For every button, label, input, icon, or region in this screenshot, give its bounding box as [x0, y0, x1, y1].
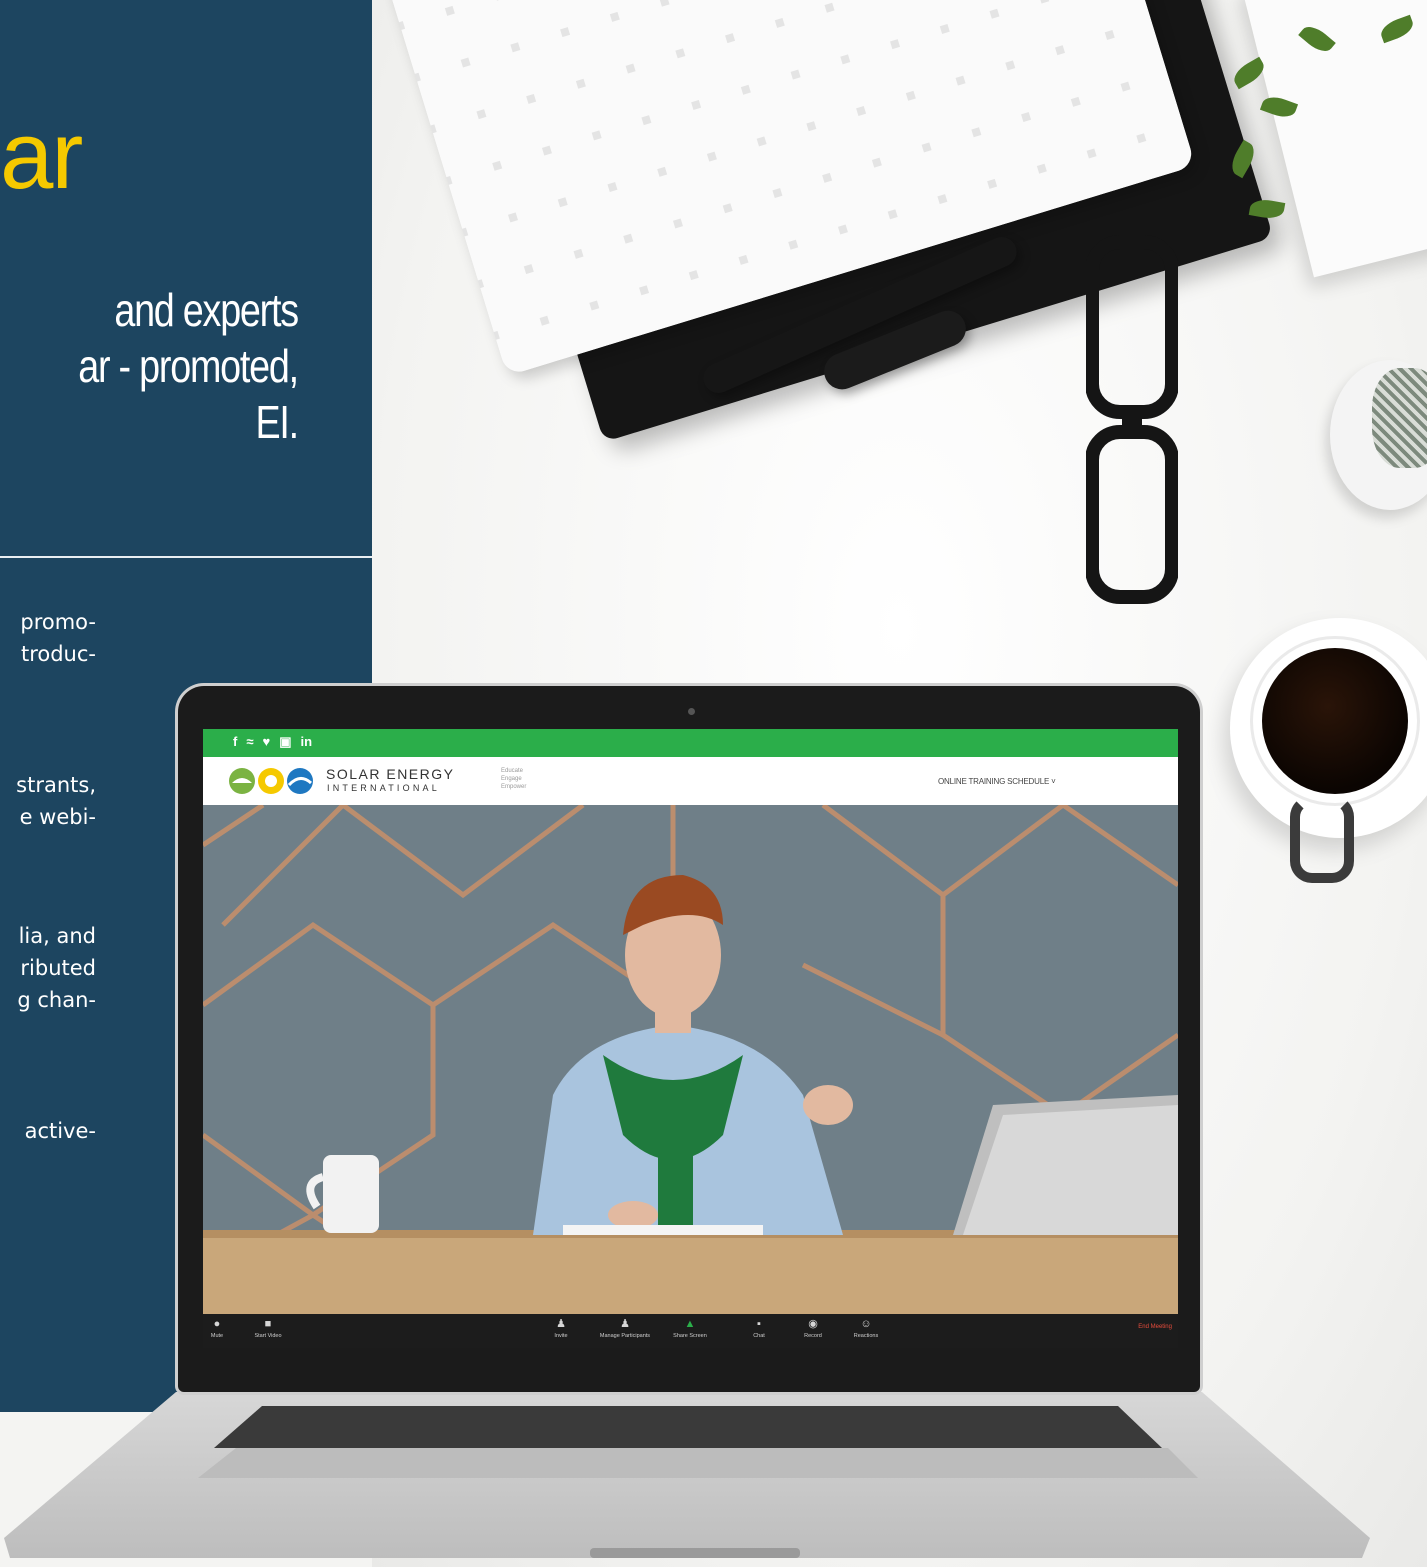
invite-label: Invite: [554, 1333, 568, 1339]
chat-label: Chat: [753, 1333, 765, 1339]
tagline-word: Empower: [501, 784, 527, 790]
youtube-icon[interactable]: ▣: [279, 734, 291, 750]
body-paragraph: promo- troduc-: [20, 606, 96, 670]
reactions-label: Reactions: [853, 1333, 879, 1339]
reactions-button[interactable]: ☺ Reactions: [847, 1318, 885, 1339]
microphone-icon: ●: [213, 1318, 221, 1330]
body-line: ributed: [20, 956, 96, 980]
logo-title: SOLAR ENERGY: [326, 766, 455, 782]
online-training-schedule-link[interactable]: ONLINE TRAINING SCHEDULE ˅: [938, 777, 1056, 786]
eyeglasses: [1086, 235, 1178, 604]
body-line: strants,: [16, 773, 96, 797]
mute-button[interactable]: ● Mute: [207, 1318, 227, 1339]
body-paragraph: strants, e webi-: [16, 769, 96, 833]
video-feed: [203, 805, 1178, 1314]
webcam: [688, 708, 695, 715]
camera-icon: ■: [264, 1318, 272, 1330]
body-line: e webi-: [19, 805, 96, 829]
chat-icon: ▪: [757, 1318, 761, 1330]
record-label: Record: [804, 1333, 822, 1339]
rss-icon[interactable]: ≈: [246, 734, 253, 750]
record-button[interactable]: ◉ Record: [799, 1318, 827, 1339]
site-header: SOLAR ENERGY INTERNATIONAL Educate Engag…: [203, 757, 1178, 805]
invite-button[interactable]: ♟ Invite: [549, 1318, 573, 1339]
sei-logo-icon[interactable]: [227, 765, 317, 797]
mute-label: Mute: [210, 1333, 224, 1339]
body-line: lia, and: [18, 924, 96, 948]
start-video-button[interactable]: ■ Start Video: [251, 1318, 285, 1339]
end-meeting-button[interactable]: End Meeting: [1138, 1324, 1172, 1330]
coffee: [1262, 648, 1408, 794]
start-video-label: Start Video: [254, 1333, 282, 1339]
body-line: active-: [24, 1119, 96, 1143]
manage-participants-button[interactable]: ♟ Manage Participants: [589, 1318, 661, 1339]
subheading-line: and experts: [114, 284, 299, 336]
subheading-line: ar - promoted,: [78, 340, 299, 392]
divider: [0, 556, 372, 558]
share-screen-label: Share Screen: [673, 1333, 707, 1339]
body-line: g chan-: [17, 988, 96, 1012]
manage-participants-label: Manage Participants: [599, 1333, 651, 1339]
body-paragraph: active-: [25, 1115, 96, 1147]
laptop-base: [4, 1392, 1370, 1558]
panel-headline: ar: [0, 102, 83, 209]
logo-subtitle: INTERNATIONAL: [327, 783, 440, 793]
invite-icon: ♟: [556, 1318, 566, 1330]
participants-icon: ♟: [620, 1318, 630, 1330]
share-screen-icon: ▲: [684, 1318, 696, 1330]
linkedin-icon[interactable]: in: [301, 734, 313, 750]
record-icon: ◉: [808, 1318, 818, 1330]
tagline-word: Engage: [501, 776, 522, 782]
cactus: [1372, 368, 1427, 468]
tagline-word: Educate: [501, 768, 524, 774]
body-paragraph: lia, and ributed g chan-: [17, 920, 96, 1016]
reactions-icon: ☺: [860, 1318, 872, 1330]
chat-button[interactable]: ▪ Chat: [747, 1318, 771, 1339]
site-top-bar: f ≈ ♥ ▣ in: [203, 729, 1178, 757]
tagline: Educate Engage Empower: [501, 767, 526, 791]
social-links: f ≈ ♥ ▣ in: [233, 734, 312, 750]
twitter-icon[interactable]: ♥: [262, 734, 270, 750]
cup-handle: [1290, 795, 1354, 883]
facebook-icon[interactable]: f: [233, 734, 237, 750]
subheading-line: EI.: [255, 396, 300, 448]
zoom-toolbar: ● Mute ■ Start Video ♟ Invite ♟ Manage P…: [203, 1314, 1178, 1348]
body-line: troduc-: [20, 642, 96, 666]
body-line: promo-: [20, 610, 96, 634]
laptop-screen: f ≈ ♥ ▣ in SOLAR ENERGY INTERNATIONAL Ed…: [203, 729, 1178, 1348]
share-screen-button[interactable]: ▲ Share Screen: [667, 1318, 713, 1339]
panel-subheading: and experts ar - promoted, EI.: [78, 282, 300, 450]
